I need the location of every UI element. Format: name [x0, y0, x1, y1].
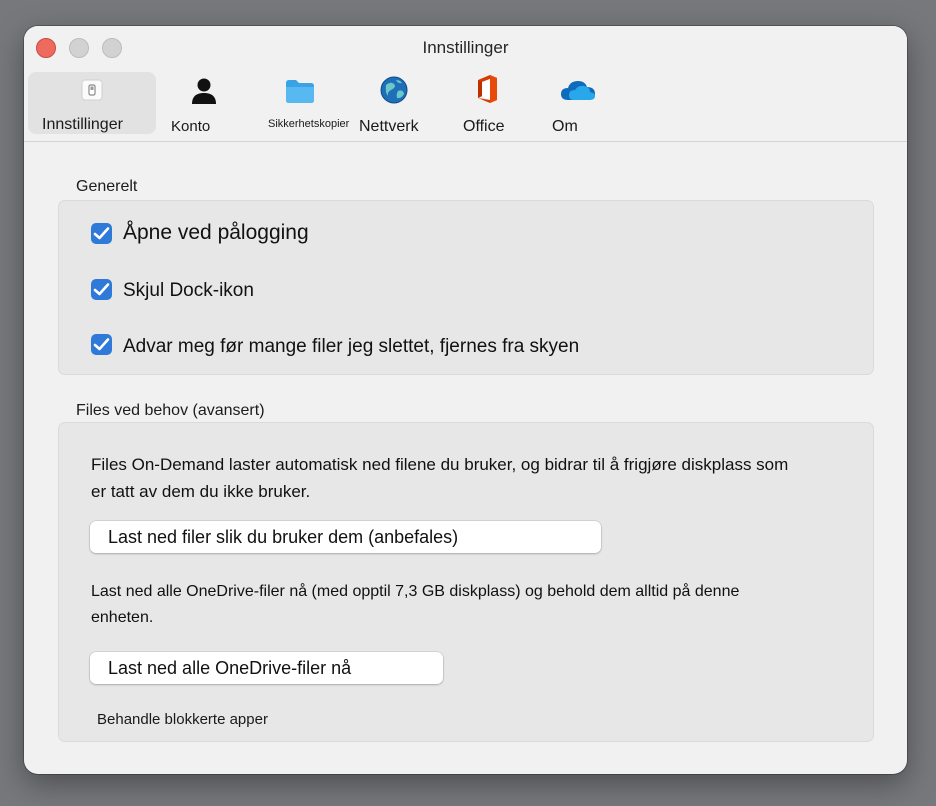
hide-dock-icon-label: Skjul Dock-ikon	[123, 280, 254, 301]
tab-backups[interactable]: Sikkerhetskopier	[264, 72, 356, 134]
settings-window: Innstillinger Innstillinger Konto Sikker…	[24, 26, 907, 774]
tab-account-label: Konto	[171, 118, 211, 135]
tab-backups-label: Sikkerhetskopier	[268, 118, 350, 130]
office-logo-icon	[474, 74, 500, 109]
download-as-used-button[interactable]: Last ned filer slik du bruker dem (anbef…	[90, 521, 601, 553]
tab-about-label: Om	[552, 118, 578, 135]
window-title: Innstillinger	[422, 38, 509, 57]
tab-about[interactable]: Om	[539, 72, 609, 135]
warn-mass-delete-checkbox[interactable]	[91, 334, 112, 355]
general-panel: Åpne ved pålogging Skjul Dock-ikon Advar…	[58, 200, 874, 375]
tab-office[interactable]: Office	[450, 72, 520, 135]
tab-settings-label: Innstillinger	[42, 116, 123, 133]
tab-account[interactable]: Konto	[160, 72, 244, 135]
files-on-demand-description: Files On-Demand laster automatisk ned fi…	[91, 455, 789, 501]
download-all-button[interactable]: Last ned alle OneDrive-filer nå	[90, 652, 443, 684]
general-section-title: Generelt	[76, 178, 138, 195]
hide-dock-icon-checkbox[interactable]	[91, 279, 112, 300]
manage-blocked-apps-link[interactable]: Behandle blokkerte apper	[97, 711, 268, 728]
tab-network-label: Nettverk	[359, 118, 419, 135]
toolbar: Innstillinger Innstillinger Konto Sikker…	[24, 26, 907, 142]
folder-icon	[285, 78, 315, 109]
open-at-login-label: Åpne ved pålogging	[123, 221, 309, 244]
open-at-login-checkbox[interactable]	[91, 223, 112, 244]
tab-network[interactable]: Nettverk	[356, 72, 430, 135]
tab-office-label: Office	[463, 118, 505, 135]
settings-switch-icon	[80, 78, 104, 107]
files-on-demand-panel: Files On-Demand laster automatisk ned fi…	[58, 422, 874, 742]
globe-network-icon	[379, 75, 409, 110]
warn-mass-delete-label: Advar meg før mange filer jeg slettet, f…	[123, 336, 580, 357]
onedrive-cloud-icon	[560, 78, 596, 107]
download-all-description: Last ned alle OneDrive-filer nå (med opp…	[91, 583, 740, 626]
person-icon	[189, 76, 219, 111]
files-on-demand-section-title: Files ved behov (avansert)	[76, 402, 265, 419]
tab-settings[interactable]: Innstillinger	[28, 72, 156, 134]
